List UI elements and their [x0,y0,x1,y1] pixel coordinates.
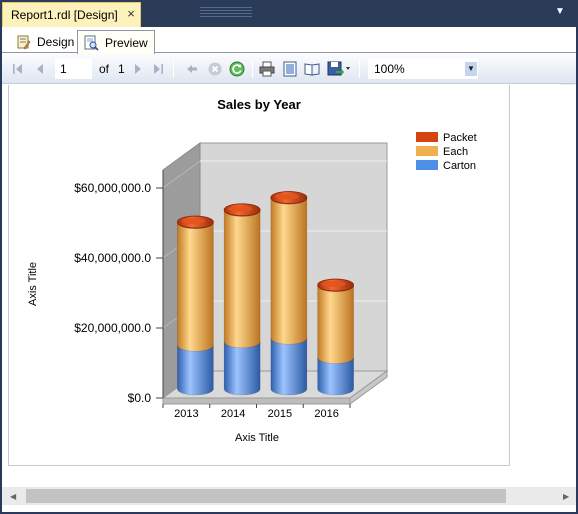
bar-carton [270,337,308,396]
bar-carton [177,344,214,396]
chart: $0.0 $20,000,000.0 $40,000,000.0 $60,000,00… [27,97,477,444]
legend-label-each: Each [443,146,468,158]
document-tab-strip: Report1.rdl [Design] × ▼ [0,0,578,27]
x-tick-label: 2013 [174,408,198,420]
x-axis-title: Axis Title [235,432,279,444]
tab-overflow-chevron-down-icon[interactable]: ▼ [552,4,568,20]
y-tick-label: $40,000,000.0 [74,251,151,265]
report-page: $0.0 $20,000,000.0 $40,000,000.0 $60,000,00… [8,85,510,466]
bar-each [223,210,261,349]
preview-icon [83,35,99,51]
page-setup-icon[interactable] [304,61,320,77]
close-icon[interactable]: × [124,6,138,22]
tab-preview-label: Preview [105,35,148,50]
print-layout-icon[interactable] [282,61,298,77]
plot-floor-edge [162,397,351,405]
bar-carton [223,341,261,396]
next-page-icon[interactable] [130,61,146,77]
stop-icon[interactable] [207,61,223,77]
scroll-left-arrow[interactable]: ◀ [10,492,16,501]
bar-cap-highlight [181,218,206,225]
y-tick-label: $20,000,000.0 [74,321,151,335]
chart-title: Sales by Year [217,97,301,112]
bar-cap-highlight [274,193,299,200]
x-tick-label: 2014 [221,408,245,420]
horizontal-scrollbar[interactable]: ◀ ▶ [2,487,576,505]
bar-cap-highlight [321,281,346,288]
tab-preview[interactable]: Preview [77,30,155,54]
tab-design[interactable]: Design [9,30,81,53]
bar-each [177,222,214,352]
toolbar-separator [173,60,174,78]
report-window: Design Preview of 1 [2,27,576,512]
scroll-thumb[interactable] [26,489,506,503]
legend-label-carton: Carton [443,160,476,172]
report-viewport: $0.0 $20,000,000.0 $40,000,000.0 $60,000,00… [2,85,576,488]
previous-page-icon[interactable] [32,61,48,77]
y-tick-label: $0.0 [128,391,152,405]
report-toolbar: of 1 100% ▼ [2,54,576,112]
toolbar-separator [359,60,360,78]
legend-label-packet: Packet [443,132,477,144]
toolbar-separator [252,60,253,78]
design-icon [15,34,31,50]
zoom-select[interactable]: 100% ▼ [368,58,478,79]
print-icon[interactable] [259,61,275,77]
bar-cap-highlight [228,205,253,212]
tab-design-label: Design [37,35,75,49]
x-tick-label: 2015 [268,408,292,420]
document-tab-title: Report1.rdl [Design] [11,8,118,22]
bar-each [270,197,308,345]
chevron-down-icon[interactable]: ▼ [465,62,477,76]
status-strip [2,505,576,512]
legend: Packet Each Carton [416,132,477,172]
y-tick-label: $60,000,000.0 [74,181,151,195]
drag-grip[interactable] [200,7,252,17]
page-number-input[interactable] [55,58,92,79]
last-page-icon[interactable] [150,61,166,77]
bar-each [317,285,354,364]
y-axis: $0.0 $20,000,000.0 $40,000,000.0 $60,000,00… [74,170,164,405]
legend-swatch-packet [416,132,438,142]
document-tab[interactable]: Report1.rdl [Design] × [2,2,141,27]
first-page-icon[interactable] [10,61,26,77]
total-pages: 1 [118,62,125,76]
scroll-right-arrow[interactable]: ▶ [563,492,569,501]
refresh-icon[interactable] [229,61,245,77]
legend-swatch-carton [416,160,438,170]
view-tab-bar: Design Preview [2,27,576,54]
y-axis-title: Axis Title [27,262,39,306]
x-axis: 2013 2014 2015 2016 [162,404,351,420]
zoom-value: 100% [374,62,405,76]
legend-swatch-each [416,146,438,156]
back-icon[interactable] [184,61,200,77]
x-tick-label: 2016 [314,408,338,420]
export-icon[interactable] [327,61,351,77]
of-label: of [99,62,110,76]
